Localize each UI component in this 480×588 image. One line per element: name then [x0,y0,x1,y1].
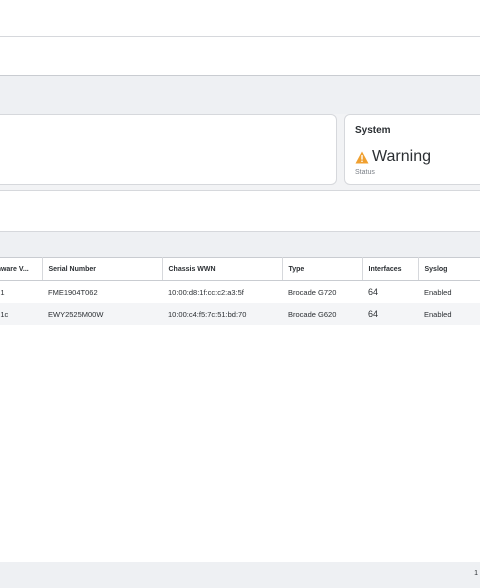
cell-syslog: Enabled [418,280,480,303]
sub-header-bar [0,37,480,76]
section-header-bar [0,76,480,114]
page-number[interactable]: 1 [474,570,478,577]
column-header-interfaces[interactable]: Interfaces [362,257,419,281]
cell-serial-number: EWY2525M00W [42,303,162,325]
cell-interfaces: 64 [362,303,418,325]
system-status-label: Status [355,169,375,176]
warning-icon [355,151,369,163]
table-row[interactable]: .1.1 FME1904T062 10:00:d8:1f:cc:c2:a3:5f… [0,280,480,303]
system-card-title: System [355,125,391,136]
summary-card [0,114,337,185]
column-header-firmware[interactable]: rmware V... [0,257,43,281]
cell-chassis-wwn: 10:00:c4:f5:7c:51:bd:70 [162,303,282,325]
table-section-header [0,232,480,257]
system-card: System Warning Status [344,114,480,185]
cell-interfaces: 64 [362,280,418,303]
table-row[interactable]: .0.1c EWY2525M00W 10:00:c4:f5:7c:51:bd:7… [0,303,480,325]
table-empty-area [0,325,480,562]
switch-table: rmware V... Serial Number Chassis WWN Ty… [0,257,480,325]
column-header-syslog[interactable]: Syslog [418,257,480,281]
column-header-chassis-wwn[interactable]: Chassis WWN [162,257,283,281]
cell-syslog: Enabled [418,303,480,325]
table-footer: 1 [0,562,480,588]
cell-firmware: .1.1 [0,280,42,303]
column-header-type[interactable]: Type [282,257,363,281]
cell-serial-number: FME1904T062 [42,280,162,303]
system-status-value: Warning [372,148,431,165]
table-header-row: rmware V... Serial Number Chassis WWN Ty… [0,257,480,281]
top-bar [0,0,480,37]
column-header-serial-number[interactable]: Serial Number [42,257,163,281]
cell-firmware: .0.1c [0,303,42,325]
toolbar-bar [0,190,480,232]
cell-chassis-wwn: 10:00:d8:1f:cc:c2:a3:5f [162,280,282,303]
system-status: Warning [355,148,431,166]
cell-type: Brocade G620 [282,303,362,325]
cell-type: Brocade G720 [282,280,362,303]
